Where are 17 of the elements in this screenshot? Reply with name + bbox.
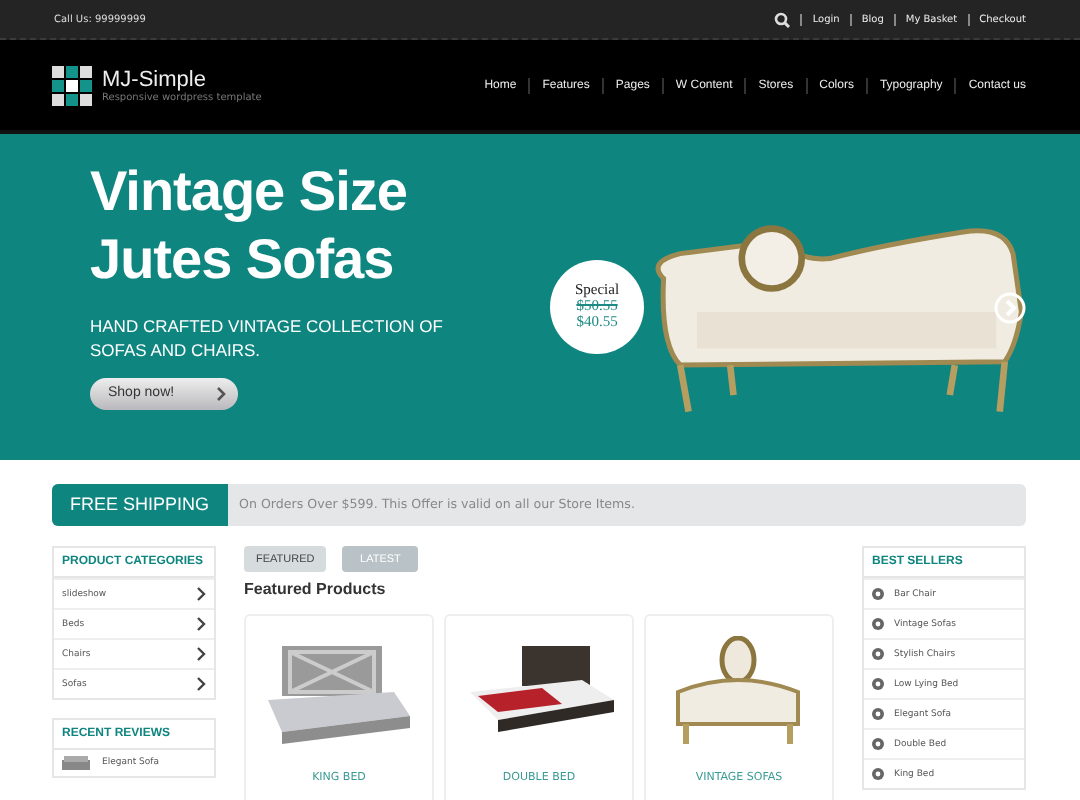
bullet-icon [872, 738, 884, 750]
free-shipping-label: FREE SHIPPING [52, 484, 228, 526]
section-title: Featured Products [244, 580, 388, 598]
search-icon [774, 11, 791, 27]
sofa-thumbnail-icon [62, 756, 90, 770]
logo-icon [52, 65, 92, 105]
logo-text[interactable]: MJ-Simple [102, 67, 262, 91]
chevron-right-icon [216, 385, 226, 401]
bullet-icon [872, 768, 884, 780]
bullet-icon [872, 618, 884, 630]
next-slide-icon [994, 292, 1026, 324]
hero-subtitle: HAND CRAFTED VINTAGE COLLECTION OF SOFAS AND CHAIRS. [90, 313, 445, 361]
bullet-icon [872, 678, 884, 690]
bullet-icon [872, 588, 884, 600]
bullet-icon [872, 648, 884, 660]
hero-title: Vintage Size Jutes Sofas [90, 157, 409, 293]
bullet-icon [872, 708, 884, 720]
